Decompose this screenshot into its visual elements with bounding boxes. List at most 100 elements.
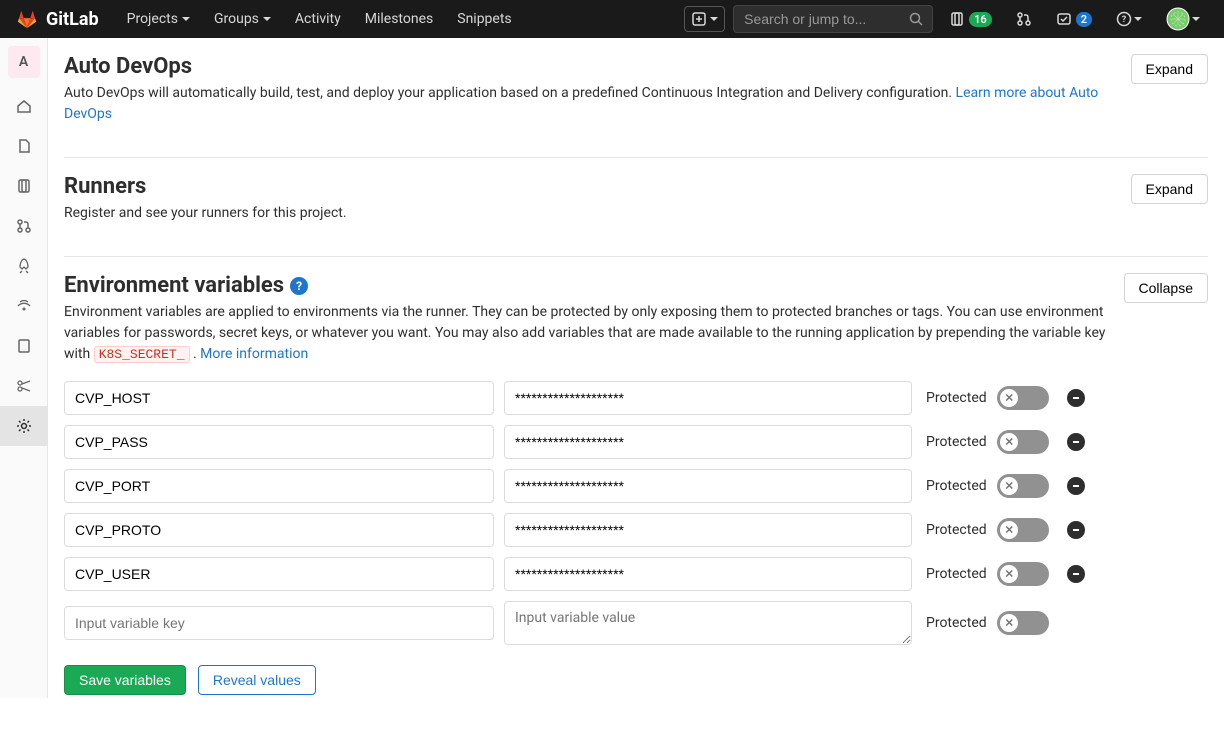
- var-key-input[interactable]: [64, 469, 494, 503]
- remove-var-button[interactable]: [1067, 565, 1085, 583]
- env-vars-title-text: Environment variables: [64, 273, 284, 298]
- chevron-down-icon: [710, 17, 718, 21]
- brand-text: GitLab: [46, 9, 99, 30]
- var-value-input[interactable]: [504, 557, 912, 591]
- protected-toggle[interactable]: ✕: [997, 474, 1049, 498]
- new-var-key-input[interactable]: [64, 606, 494, 640]
- remove-var-button[interactable]: [1067, 477, 1085, 495]
- expand-button-runners[interactable]: Expand: [1131, 174, 1208, 204]
- new-var-protected-label: Protected: [926, 615, 987, 631]
- section-runners: Runners Register and see your runners fo…: [64, 158, 1208, 257]
- var-protected-label: Protected: [926, 478, 987, 494]
- issue-icon: [16, 178, 32, 194]
- section-env-vars: Environment variables ? Environment vari…: [64, 257, 1208, 719]
- book-icon: [16, 338, 32, 354]
- nav-milestones[interactable]: Milestones: [353, 3, 446, 35]
- avatar: [1166, 7, 1190, 31]
- var-value-input[interactable]: [504, 513, 912, 547]
- env-var-row: Protected ✕: [64, 513, 1208, 547]
- issues-badge: 16: [969, 12, 992, 27]
- new-var-value-input[interactable]: [504, 601, 912, 645]
- minus-icon: [1071, 569, 1081, 579]
- user-menu[interactable]: [1158, 1, 1208, 37]
- merge-request-icon: [16, 218, 32, 234]
- var-protected-label: Protected: [926, 390, 987, 406]
- k8s-secret-code: K8S_SECRET_: [94, 346, 190, 363]
- env-var-new-row: Protected ✕: [64, 601, 1208, 645]
- chevron-down-icon: [1134, 17, 1142, 21]
- sidebar-operations[interactable]: [0, 286, 48, 326]
- operations-icon: [16, 298, 32, 314]
- env-var-row: Protected ✕: [64, 425, 1208, 459]
- minus-icon: [1071, 481, 1081, 491]
- env-var-row: Protected ✕: [64, 469, 1208, 503]
- primary-nav: Projects Groups Activity Milestones Snip…: [115, 3, 524, 35]
- sidebar-snippets[interactable]: [0, 366, 48, 406]
- save-variables-button[interactable]: Save variables: [64, 665, 186, 695]
- section-desc-auto-devops: Auto DevOps will automatically build, te…: [64, 83, 1131, 125]
- section-title-runners: Runners: [64, 174, 347, 199]
- sidebar-overview[interactable]: [0, 86, 48, 126]
- var-key-input[interactable]: [64, 557, 494, 591]
- protected-toggle[interactable]: ✕: [997, 430, 1049, 454]
- sidebar-merge-requests[interactable]: [0, 206, 48, 246]
- reveal-values-button[interactable]: Reveal values: [198, 665, 316, 695]
- collapse-button-env-vars[interactable]: Collapse: [1124, 273, 1208, 303]
- sidebar-issues[interactable]: [0, 166, 48, 206]
- main-content: Auto DevOps Auto DevOps will automatical…: [48, 38, 1224, 735]
- issues-button[interactable]: 16: [941, 5, 1000, 33]
- remove-var-button[interactable]: [1067, 521, 1085, 539]
- global-search[interactable]: [733, 5, 933, 33]
- autodevops-desc-text: Auto DevOps will automatically build, te…: [64, 85, 956, 101]
- section-desc-runners: Register and see your runners for this p…: [64, 203, 347, 224]
- protected-toggle-new[interactable]: ✕: [997, 611, 1049, 635]
- new-dropdown-button[interactable]: [684, 6, 725, 32]
- remove-var-button[interactable]: [1067, 389, 1085, 407]
- merge-requests-button[interactable]: [1008, 5, 1040, 33]
- sidebar-wiki[interactable]: [0, 326, 48, 366]
- search-input[interactable]: [744, 11, 922, 27]
- sidebar-repository[interactable]: [0, 126, 48, 166]
- protected-toggle[interactable]: ✕: [997, 518, 1049, 542]
- top-navbar: GitLab Projects Groups Activity Mileston…: [0, 0, 1224, 38]
- expand-button-autodevops[interactable]: Expand: [1131, 54, 1208, 84]
- nav-snippets[interactable]: Snippets: [445, 3, 523, 35]
- more-info-link[interactable]: More information: [200, 346, 308, 362]
- section-title-auto-devops: Auto DevOps: [64, 54, 1131, 79]
- minus-icon: [1071, 437, 1081, 447]
- env-var-rows: Protected ✕ Protected ✕ Protected ✕ Protected ✕…: [64, 381, 1208, 591]
- var-value-input[interactable]: [504, 381, 912, 415]
- var-protected-label: Protected: [926, 434, 987, 450]
- scissors-icon: [16, 378, 32, 394]
- minus-icon: [1071, 393, 1081, 403]
- project-avatar[interactable]: A: [8, 46, 40, 78]
- remove-var-button[interactable]: [1067, 433, 1085, 451]
- brand-logo[interactable]: GitLab: [16, 8, 99, 30]
- help-circle-icon[interactable]: ?: [290, 277, 308, 295]
- issue-icon: [949, 11, 965, 27]
- doc-icon: [16, 138, 32, 154]
- nav-snippets-label: Snippets: [457, 11, 511, 27]
- help-button[interactable]: ?: [1108, 5, 1150, 33]
- protected-toggle[interactable]: ✕: [997, 386, 1049, 410]
- var-key-input[interactable]: [64, 381, 494, 415]
- nav-activity-label: Activity: [295, 11, 341, 27]
- protected-toggle[interactable]: ✕: [997, 562, 1049, 586]
- gear-icon: [16, 418, 32, 434]
- section-desc-env-vars: Environment variables are applied to env…: [64, 302, 1124, 365]
- nav-groups[interactable]: Groups: [202, 3, 283, 35]
- var-protected-label: Protected: [926, 522, 987, 538]
- todos-badge: 2: [1076, 12, 1092, 27]
- rocket-icon: [16, 258, 32, 274]
- todos-button[interactable]: 2: [1048, 5, 1100, 33]
- var-key-input[interactable]: [64, 513, 494, 547]
- var-key-input[interactable]: [64, 425, 494, 459]
- nav-activity[interactable]: Activity: [283, 3, 353, 35]
- sidebar-cicd[interactable]: [0, 246, 48, 286]
- var-value-input[interactable]: [504, 469, 912, 503]
- var-value-input[interactable]: [504, 425, 912, 459]
- nav-projects[interactable]: Projects: [115, 3, 202, 35]
- sidebar-settings[interactable]: [0, 406, 48, 446]
- env-var-actions: Save variables Reveal values: [64, 665, 1208, 695]
- left-sidebar: A: [0, 38, 48, 698]
